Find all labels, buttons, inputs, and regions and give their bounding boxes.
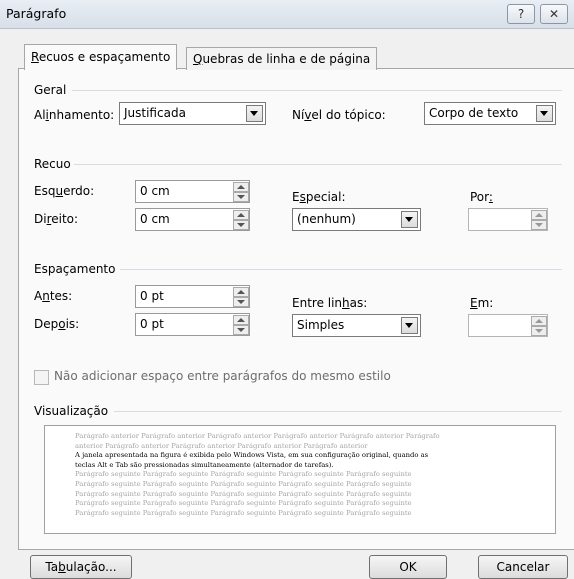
- depois-label: Depois:: [34, 317, 80, 331]
- cancel-button[interactable]: Cancelar: [478, 555, 568, 579]
- section-geral: Geral: [34, 83, 67, 97]
- direito-label: Direito:: [34, 212, 79, 226]
- nivel-topico-label: Nível do tópico:: [292, 108, 386, 122]
- nao-adicionar-espaco-checkbox[interactable]: [34, 370, 49, 385]
- preview-current-line: teclas Alt e Tab são pressionadas simult…: [75, 460, 334, 469]
- divider: [120, 269, 562, 270]
- spin-up-icon[interactable]: [233, 210, 249, 220]
- preview-prev-line: Parágrafo anterior Parágrafo anterior Pa…: [75, 432, 440, 440]
- alinhamento-label: Alinhamento:: [34, 108, 115, 122]
- especial-dropdown[interactable]: (nenhum): [292, 208, 421, 231]
- direito-spinner[interactable]: 0 cm: [135, 208, 250, 231]
- por-spinner[interactable]: [468, 208, 548, 231]
- spin-up-icon[interactable]: [233, 287, 249, 297]
- chevron-down-icon[interactable]: [401, 317, 418, 334]
- spin-up-icon[interactable]: [531, 316, 547, 326]
- ok-button[interactable]: OK: [369, 555, 447, 579]
- tab-recuos-espacamento[interactable]: Recuos e espaçamento: [24, 44, 178, 70]
- close-icon: ✕: [548, 7, 560, 21]
- help-icon: ?: [517, 7, 525, 21]
- section-recuo: Recuo: [34, 157, 71, 171]
- chevron-down-icon[interactable]: [246, 105, 263, 122]
- divider: [114, 411, 562, 412]
- help-button[interactable]: ?: [507, 4, 535, 24]
- spin-down-icon[interactable]: [233, 192, 249, 202]
- spin-down-icon[interactable]: [233, 220, 249, 230]
- entre-linhas-label: Entre linhas:: [292, 296, 368, 310]
- preview-prev-line: anterior Parágrafo anterior Parágrafo an…: [75, 441, 368, 450]
- nao-adicionar-espaco-label: Não adicionar espaço entre parágrafos do…: [54, 369, 391, 383]
- esquerdo-label: Esquerdo:: [34, 184, 95, 198]
- nivel-topico-dropdown[interactable]: Corpo de texto: [424, 102, 556, 125]
- title-bar: [0, 0, 574, 29]
- em-label: Em:: [470, 296, 494, 310]
- chevron-down-icon[interactable]: [401, 211, 418, 228]
- preview-box: Parágrafo anterior Parágrafo anterior Pa…: [44, 425, 556, 534]
- spin-down-icon[interactable]: [233, 297, 249, 307]
- spin-up-icon[interactable]: [233, 315, 249, 325]
- spin-up-icon[interactable]: [233, 182, 249, 192]
- preview-next-line: Parágrafo seguinte Parágrafo seguinte Pa…: [75, 480, 412, 488]
- close-button[interactable]: ✕: [540, 4, 568, 24]
- especial-label: Especial:: [292, 190, 346, 204]
- esquerdo-spinner[interactable]: 0 cm: [135, 180, 250, 203]
- spin-up-icon[interactable]: [531, 210, 547, 220]
- divider: [74, 164, 562, 165]
- dialog-title: Parágrafo: [6, 6, 67, 21]
- preview-current-line: A janela apresentada na figura é exibida…: [75, 451, 429, 460]
- spin-down-icon[interactable]: [233, 325, 249, 335]
- preview-next-line: Parágrafo seguinte Parágrafo seguinte Pa…: [75, 489, 412, 498]
- antes-spinner[interactable]: 0 pt: [135, 285, 250, 308]
- antes-label: Antes:: [34, 289, 73, 303]
- preview-next-line: Parágrafo seguinte Parágrafo seguinte Pa…: [75, 470, 412, 479]
- depois-spinner[interactable]: 0 pt: [135, 313, 250, 336]
- tabulacao-button[interactable]: Tabulação...: [30, 555, 132, 579]
- preview-next-line: Parágrafo seguinte Parágrafo seguinte Pa…: [75, 508, 412, 517]
- tab-quebras-linha-pagina[interactable]: Quebras de linha e de página: [186, 47, 378, 70]
- preview-next-line: Parágrafo seguinte Parágrafo seguinte Pa…: [75, 499, 412, 508]
- divider: [72, 90, 562, 91]
- spin-down-icon[interactable]: [531, 326, 547, 336]
- entre-linhas-dropdown[interactable]: Simples: [292, 314, 421, 337]
- por-label: Por:: [470, 190, 493, 204]
- spin-down-icon[interactable]: [531, 220, 547, 230]
- section-visualizacao: Visualização: [34, 404, 109, 418]
- section-espacamento: Espaçamento: [34, 262, 116, 276]
- alinhamento-dropdown[interactable]: Justificada: [119, 102, 266, 125]
- chevron-down-icon[interactable]: [536, 105, 553, 122]
- em-spinner[interactable]: [468, 314, 548, 337]
